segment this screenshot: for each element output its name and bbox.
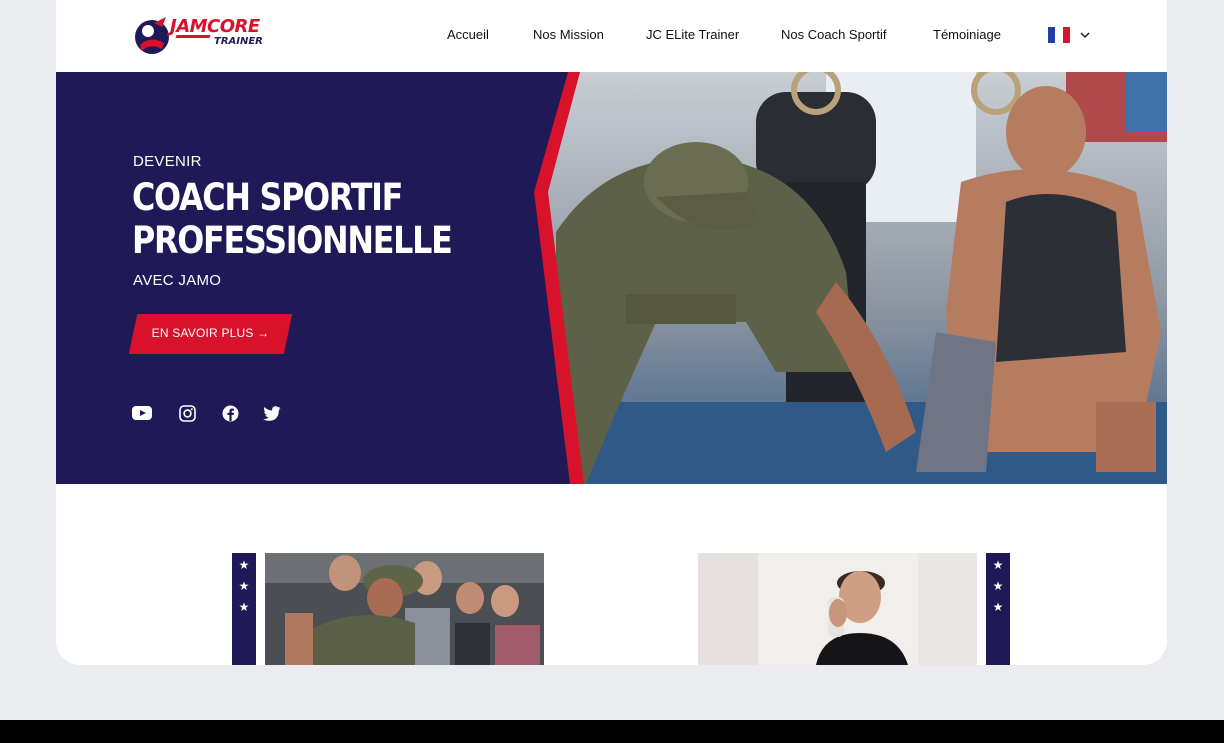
facebook-icon[interactable] — [220, 403, 240, 423]
brand-logo[interactable]: JAMCORE TRAINER — [132, 13, 282, 57]
site-header: JAMCORE TRAINER Accueil Nos Mission JC E… — [56, 0, 1167, 72]
nav-nos-mission[interactable]: Nos Mission — [533, 27, 604, 45]
hero-banner: DEVENIR COACH SPORTIF PROFESSIONNELLE AV… — [56, 72, 1167, 484]
logo-tagline: TRAINER — [214, 36, 263, 47]
stars-ribbon: ★ ★ ★ — [232, 553, 256, 665]
learn-more-button[interactable]: EN SAVOIR PLUS → — [128, 314, 293, 354]
logo-wordmark: JAMCORE — [170, 16, 260, 37]
star-icon: ★ — [992, 600, 1004, 614]
flag-fr-icon — [1048, 27, 1070, 43]
hero-subtitle: AVEC JAMO — [133, 272, 222, 289]
star-icon: ★ — [238, 579, 250, 593]
logo-mark-icon — [135, 17, 169, 54]
page-frame: JAMCORE TRAINER Accueil Nos Mission JC E… — [56, 0, 1167, 665]
hero-title-line2: PROFESSIONNELLE — [132, 219, 453, 262]
coach-demonstration-photo — [265, 553, 544, 665]
star-icon: ★ — [238, 558, 250, 572]
star-icon: ★ — [992, 579, 1004, 593]
bottom-bar — [0, 720, 1224, 743]
hero-kicker: DEVENIR — [133, 153, 202, 170]
coach-on-phone-photo — [698, 553, 977, 665]
nav-nos-coach-sportif[interactable]: Nos Coach Sportif — [781, 27, 887, 45]
hero-title-line1: COACH SPORTIF — [132, 176, 403, 219]
star-icon: ★ — [238, 600, 250, 614]
cta-label: EN SAVOIR PLUS → — [151, 326, 270, 340]
chevron-down-icon — [1080, 32, 1090, 39]
twitter-icon[interactable] — [262, 403, 282, 423]
nav-accueil[interactable]: Accueil — [447, 27, 489, 45]
stars-ribbon: ★ ★ ★ — [986, 553, 1010, 665]
language-selector[interactable] — [1048, 27, 1096, 44]
instagram-icon[interactable] — [177, 403, 197, 423]
nav-jc-elite-trainer[interactable]: JC ELite Trainer — [646, 27, 739, 45]
star-icon: ★ — [992, 558, 1004, 572]
nav-temoiniage[interactable]: Témoiniage — [933, 27, 1001, 45]
youtube-icon[interactable] — [132, 403, 152, 423]
